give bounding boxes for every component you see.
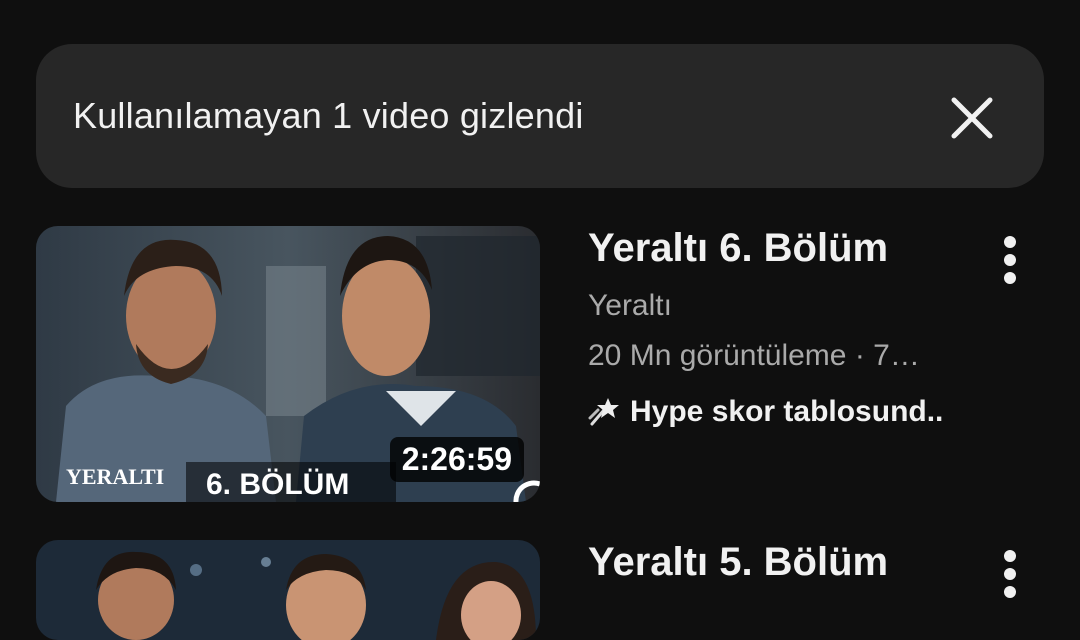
video-meta: 20 Mn görüntüleme · 7… xyxy=(588,339,920,372)
banner-message: Kullanılamayan 1 video gizlendi xyxy=(73,95,584,136)
more-options-button[interactable] xyxy=(994,230,1026,290)
video-row[interactable]: YERALTI 6. BÖLÜM 2:26:59 Yeraltı 6. Bölü… xyxy=(36,226,1044,506)
close-icon xyxy=(951,97,993,139)
hidden-videos-banner: Kullanılamayan 1 video gizlendi xyxy=(36,44,1044,188)
thumbnail-image xyxy=(36,540,540,640)
more-dot xyxy=(1004,586,1016,598)
hype-text: Hype skor tablosund.. xyxy=(630,395,944,428)
more-vert-icon xyxy=(1004,236,1016,248)
more-vert-icon xyxy=(1004,550,1016,562)
thumbnail-episode-label: 6. BÖLÜM xyxy=(206,468,349,501)
video-info: Yeraltı 6. Bölüm Yeraltı 20 Mn görüntüle… xyxy=(588,226,968,429)
channel-name[interactable]: Yeraltı xyxy=(588,289,968,323)
video-duration: 2:26:59 xyxy=(389,437,524,482)
video-title[interactable]: Yeraltı 5. Bölüm xyxy=(588,540,968,585)
more-dot xyxy=(1004,568,1016,580)
video-row[interactable]: Yeraltı 5. Bölüm xyxy=(36,540,1044,640)
video-title[interactable]: Yeraltı 6. Bölüm xyxy=(588,226,968,271)
more-options-button[interactable] xyxy=(994,544,1026,604)
megaphone-icon xyxy=(588,398,619,426)
more-dot xyxy=(1004,254,1016,266)
hype-badge[interactable]: Hype skor tablosund.. xyxy=(588,395,968,429)
thumbnail-logo: YERALTI xyxy=(66,464,164,489)
video-info: Yeraltı 5. Bölüm xyxy=(588,540,968,585)
video-thumbnail[interactable] xyxy=(36,540,540,640)
more-dot xyxy=(1004,272,1016,284)
close-button[interactable] xyxy=(946,92,998,144)
video-thumbnail[interactable]: YERALTI 6. BÖLÜM 2:26:59 xyxy=(36,226,540,502)
